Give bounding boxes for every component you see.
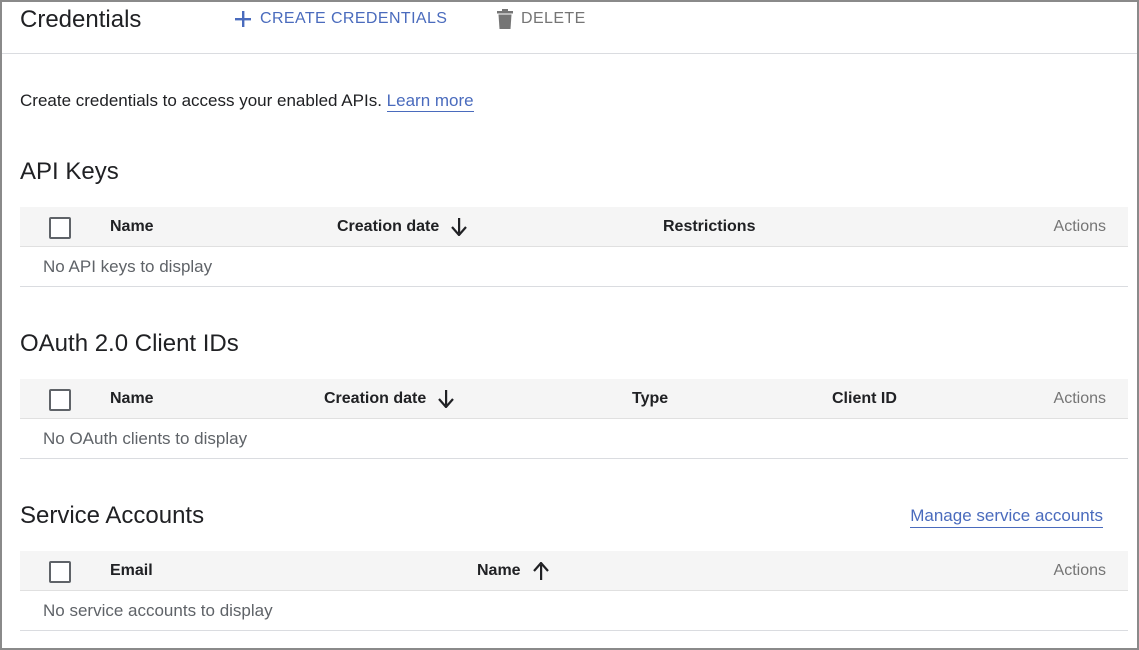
empty-row: No OAuth clients to display <box>20 419 1128 459</box>
column-name[interactable]: Name <box>110 207 154 247</box>
create-credentials-button[interactable]: CREATE CREDENTIALS <box>234 8 447 30</box>
api-keys-table: Name Creation date Restrictions Actions … <box>20 207 1128 287</box>
create-credentials-label: CREATE CREDENTIALS <box>260 10 448 27</box>
column-actions: Actions <box>1053 390 1106 407</box>
api-keys-title: API Keys <box>20 158 119 185</box>
column-actions: Actions <box>1053 218 1106 235</box>
column-type[interactable]: Type <box>632 379 668 419</box>
intro-text: Create credentials to access your enable… <box>20 91 474 112</box>
select-all-checkbox[interactable] <box>49 561 71 583</box>
table-header: Name Creation date Restrictions Actions <box>20 207 1128 247</box>
column-email[interactable]: Email <box>110 551 153 591</box>
column-client-id: Client ID <box>832 390 897 407</box>
column-actions: Actions <box>1053 562 1106 579</box>
select-all-checkbox[interactable] <box>49 389 71 411</box>
arrow-down-icon <box>438 390 455 408</box>
select-all-checkbox[interactable] <box>49 217 71 239</box>
table-header: Email Name Actions <box>20 551 1128 591</box>
learn-more-link[interactable]: Learn more <box>386 91 474 112</box>
column-name-label: Name <box>477 562 521 579</box>
column-name[interactable]: Name <box>477 551 549 591</box>
intro-description: Create credentials to access your enable… <box>20 91 382 110</box>
toolbar: Credentials CREATE CREDENTIALS DELETE <box>2 2 1137 54</box>
manage-service-accounts-link[interactable]: Manage service accounts <box>910 506 1103 528</box>
empty-row: No service accounts to display <box>20 591 1128 631</box>
column-name[interactable]: Name <box>110 379 154 419</box>
column-creation-date-label: Creation date <box>337 218 440 235</box>
delete-button[interactable]: DELETE <box>497 8 586 30</box>
table-header: Name Creation date Type Client ID Action… <box>20 379 1128 419</box>
oauth-title: OAuth 2.0 Client IDs <box>20 330 239 357</box>
service-accounts-title: Service Accounts <box>20 502 205 529</box>
trash-icon <box>497 9 513 29</box>
credentials-page: Credentials CREATE CREDENTIALS DELETE Cr… <box>0 0 1139 650</box>
page-title: Credentials <box>20 6 142 33</box>
arrow-up-icon <box>532 562 549 580</box>
service-accounts-table: Email Name Actions No service accounts t… <box>20 551 1128 631</box>
empty-row: No API keys to display <box>20 247 1128 287</box>
oauth-table: Name Creation date Type Client ID Action… <box>20 379 1128 459</box>
plus-icon <box>235 11 251 27</box>
column-creation-date[interactable]: Creation date <box>337 207 468 247</box>
column-restrictions: Restrictions <box>663 218 756 235</box>
arrow-down-icon <box>451 218 468 236</box>
column-creation-date[interactable]: Creation date <box>324 379 455 419</box>
column-creation-date-label: Creation date <box>324 390 427 407</box>
delete-label: DELETE <box>521 10 586 27</box>
